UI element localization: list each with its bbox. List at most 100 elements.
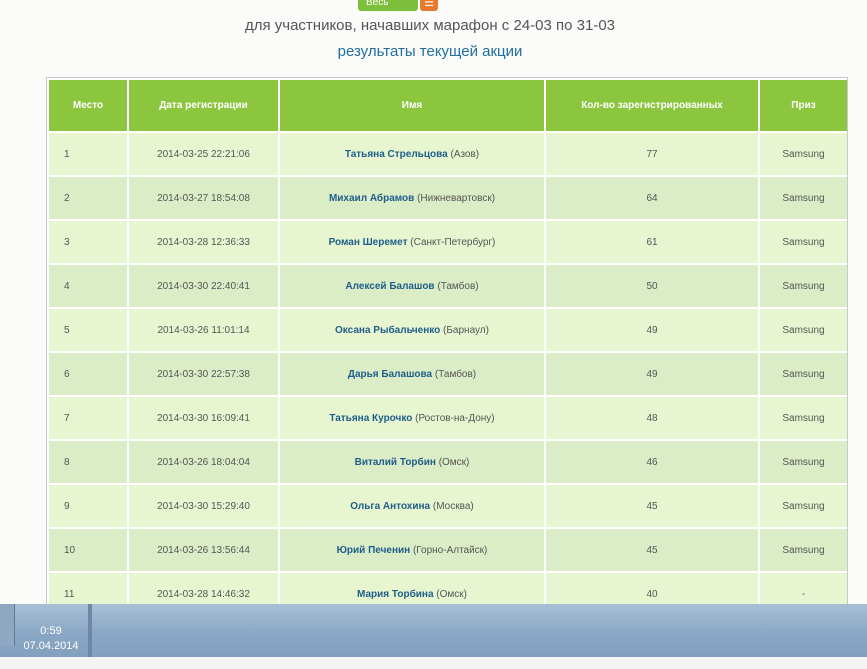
- cell-date: 2014-03-26 18:04:04: [127, 439, 280, 485]
- cell-place: 2: [47, 175, 129, 221]
- participant-city: (Москва): [432, 500, 474, 512]
- bottom-strip: [0, 657, 867, 669]
- participant-city: (Санкт-Петербург): [410, 236, 496, 248]
- cell-date: 2014-03-25 22:21:06: [127, 131, 280, 177]
- cell-date: 2014-03-30 22:57:38: [127, 351, 280, 397]
- cell-count: 61: [544, 219, 760, 265]
- participant-name-link[interactable]: Татьяна Курочко: [329, 413, 412, 424]
- table-row: 8 2014-03-26 18:04:04 Виталий Торбин (Омск…: [47, 439, 847, 485]
- cell-place: 7: [47, 395, 129, 441]
- cell-count: 45: [544, 527, 760, 573]
- cell-prize: Samsung: [758, 175, 847, 221]
- filter-dropdown[interactable]: Весь ☰: [358, 0, 438, 12]
- cell-count: 45: [544, 483, 760, 529]
- participant-name-link[interactable]: Михаил Абрамов: [329, 193, 414, 204]
- participant-name-link[interactable]: Виталий Торбин: [355, 457, 436, 468]
- participant-name-link[interactable]: Мария Торбина: [357, 589, 434, 600]
- cell-name: Виталий Торбин (Омск): [278, 439, 546, 485]
- participant-name-link[interactable]: Оксана Рыбальченко: [335, 325, 440, 336]
- cell-name: Татьяна Курочко (Ростов-на-Дону): [278, 395, 546, 441]
- cell-date: 2014-03-27 18:54:08: [127, 175, 280, 221]
- table-row: 5 2014-03-26 11:01:14 Оксана Рыбальченко (…: [47, 307, 847, 353]
- cell-prize: Samsung: [758, 439, 847, 485]
- cell-prize: Samsung: [758, 395, 847, 441]
- participant-city: (Омск): [438, 456, 470, 468]
- table-header-row: Место Дата регистрации Имя Кол-во зареги…: [47, 78, 847, 133]
- participant-city: (Тамбов): [437, 280, 479, 292]
- table-row: 7 2014-03-30 16:09:41 Татьяна Курочко (Рос…: [47, 395, 847, 441]
- cell-name: Дарья Балашова (Тамбов): [278, 351, 546, 397]
- table-row: 3 2014-03-28 12:36:33 Роман Шеремет (Санкт…: [47, 219, 847, 265]
- list-icon[interactable]: ☰: [420, 0, 438, 11]
- clock-time: 0:59: [40, 625, 62, 637]
- column-header-date: Дата регистрации: [127, 78, 280, 133]
- cell-place: 1: [47, 131, 129, 177]
- cell-date: 2014-03-28 12:36:33: [127, 219, 280, 265]
- cell-name: Татьяна Стрельцова (Азов): [278, 131, 546, 177]
- cell-name: Оксана Рыбальченко (Барнаул): [278, 307, 546, 353]
- cell-place: 6: [47, 351, 129, 397]
- cell-count: 50: [544, 263, 760, 309]
- participant-city: (Барнаул): [443, 324, 489, 336]
- cell-prize: Samsung: [758, 263, 847, 309]
- cell-name: Ольга Антохина (Москва): [278, 483, 546, 529]
- participant-city: (Омск): [436, 588, 467, 600]
- participant-city: (Ростов-на-Дону): [415, 412, 495, 424]
- cell-date: 2014-03-30 16:09:41: [127, 395, 280, 441]
- column-header-name: Имя: [278, 78, 546, 133]
- cell-place: 3: [47, 219, 129, 265]
- cell-place: 9: [47, 483, 129, 529]
- participant-city: (Горно-Алтайск): [412, 544, 488, 556]
- cell-name: Михаил Абрамов (Нижневартовск): [278, 175, 546, 221]
- participant-name-link[interactable]: Дарья Балашова: [348, 369, 432, 380]
- cell-place: 5: [47, 307, 129, 353]
- cell-date: 2014-03-26 13:56:44: [127, 527, 280, 573]
- cell-place: 10: [47, 527, 129, 573]
- cell-prize: Samsung: [758, 483, 847, 529]
- participant-name-link[interactable]: Роман Шеремет: [329, 237, 408, 248]
- cell-count: 64: [544, 175, 760, 221]
- table-row: 10 2014-03-26 13:56:44 Юрий Печенин (Горно…: [47, 527, 847, 573]
- cell-count: 48: [544, 395, 760, 441]
- table-row: 2 2014-03-27 18:54:08 Михаил Абрамов (Нижн…: [47, 175, 847, 221]
- participant-city: (Тамбов): [434, 368, 477, 380]
- participant-name-link[interactable]: Татьяна Стрельцова: [345, 149, 448, 160]
- table-row: 6 2014-03-30 22:57:38 Дарья Балашова (Тамб…: [47, 351, 847, 397]
- cell-name: Юрий Печенин (Горно-Алтайск): [278, 527, 546, 573]
- taskbar-separator: [88, 604, 92, 661]
- cell-date: 2014-03-26 11:01:14: [127, 307, 280, 353]
- table-row: 9 2014-03-30 15:29:40 Ольга Антохина (Моск…: [47, 483, 847, 529]
- current-results-link[interactable]: результаты текущей акции: [0, 43, 860, 60]
- table-row: 4 2014-03-30 22:40:41 Алексей Балашов (Там…: [47, 263, 847, 309]
- cell-count: 49: [544, 307, 760, 353]
- cell-name: Алексей Балашов (Тамбов): [278, 263, 546, 309]
- cell-prize: Samsung: [758, 131, 847, 177]
- cell-date: 2014-03-30 22:40:41: [127, 263, 280, 309]
- cell-count: 46: [544, 439, 760, 485]
- participant-name-link[interactable]: Юрий Печенин: [337, 545, 411, 556]
- column-header-prize: Приз: [758, 78, 847, 133]
- cell-prize: Samsung: [758, 527, 847, 573]
- participant-name-link[interactable]: Алексей Балашов: [345, 281, 434, 292]
- cell-prize: Samsung: [758, 219, 847, 265]
- cell-place: 4: [47, 263, 129, 309]
- cell-prize: Samsung: [758, 307, 847, 353]
- column-header-count: Кол-во зарегистрированных: [544, 78, 760, 133]
- participant-city: (Азов): [450, 148, 480, 160]
- column-header-place: Место: [47, 78, 129, 133]
- filter-dropdown-label[interactable]: Весь: [358, 0, 418, 11]
- cell-name: Роман Шеремет (Санкт-Петербург): [278, 219, 546, 265]
- participant-city: (Нижневартовск): [417, 192, 496, 204]
- results-table: Место Дата регистрации Имя Кол-во зареги…: [47, 78, 847, 617]
- cell-date: 2014-03-30 15:29:40: [127, 483, 280, 529]
- marathon-subtitle: для участников, начавших марафон с 24-03…: [244, 17, 616, 34]
- cell-count: 49: [544, 351, 760, 397]
- clock-date: 07.04.2014: [23, 640, 79, 652]
- table-row: 1 2014-03-25 22:21:06 Татьяна Стрельцова (…: [47, 131, 847, 177]
- taskbar-clock[interactable]: 0:59 07.04.2014: [14, 604, 88, 661]
- taskbar-left-button[interactable]: [0, 604, 15, 646]
- cell-count: 77: [544, 131, 760, 177]
- participant-name-link[interactable]: Ольга Антохина: [350, 501, 430, 512]
- results-table-container: Место Дата регистрации Имя Кол-во зареги…: [46, 77, 848, 619]
- cell-prize: Samsung: [758, 351, 847, 397]
